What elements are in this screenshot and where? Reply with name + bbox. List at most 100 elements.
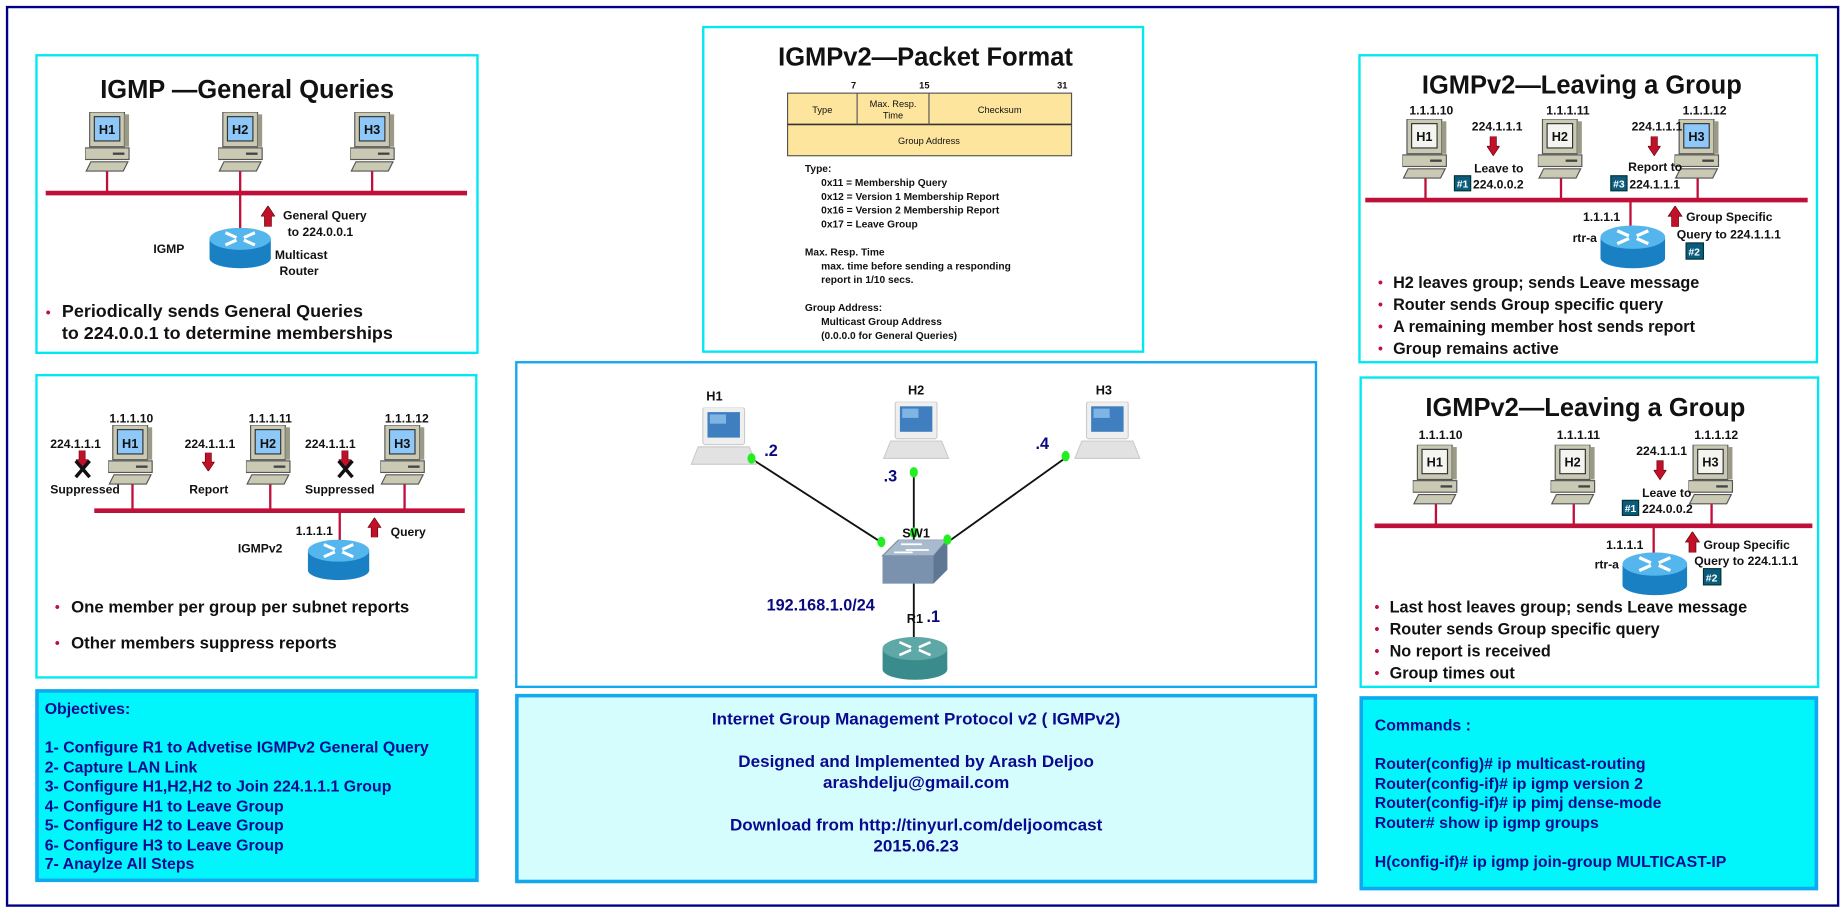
step-badge-label: #3 (1613, 179, 1625, 190)
panel-title: IGMPv2—Leaving a Group (1425, 394, 1745, 422)
bullet-text: Other members suppress reports (71, 633, 337, 652)
h1-computer-icon[interactable] (690, 407, 757, 465)
svg-text:•: • (1378, 296, 1383, 312)
max-resp-heading: Max. Resp. Time (805, 247, 885, 258)
h3-address: .4 (1036, 435, 1050, 453)
query-label: Query to 224.1.1.1 (1677, 227, 1781, 241)
max-resp-desc: max. time before sending a responding (821, 261, 1011, 272)
host-computer-icon (85, 112, 130, 172)
link-status-dot (747, 453, 756, 464)
type-value: 0x12 = Version 1 Membership Report (821, 192, 1000, 203)
group-label: 224.1.1.1 (1636, 444, 1687, 458)
h1-address: .2 (764, 442, 778, 460)
bit-mark: 7 (851, 81, 856, 91)
field-checksum: Checksum (978, 105, 1022, 115)
command-line: Router(config-if)# ip igmp version 2 (1374, 774, 1643, 793)
svg-text:•: • (1378, 274, 1383, 290)
report-label: 224.1.1.1 (1629, 177, 1680, 191)
router-icon (1600, 225, 1666, 270)
switch-icon[interactable] (881, 539, 949, 585)
objectives-title: Objectives: (44, 699, 131, 718)
step-badge-label: #2 (1688, 248, 1700, 259)
max-resp-desc: report in 1/10 secs. (821, 275, 913, 286)
field-max-resp: Max. Resp. (870, 99, 917, 109)
project-info-box: Internet Group Management Protocol v2 ( … (515, 693, 1318, 884)
bullet-text: Group remains active (1393, 340, 1559, 358)
host-label: H3 (1688, 129, 1704, 144)
r1-router-icon[interactable] (882, 636, 948, 682)
bullet-text: No report is received (1390, 643, 1551, 661)
query-label: General Query (283, 209, 367, 223)
bullet-text: Last host leaves group; sends Leave mess… (1390, 599, 1748, 617)
host-ip: 1.1.1.11 (1557, 428, 1601, 442)
router-ip: 1.1.1.1 (1606, 538, 1643, 552)
report-label: Report to (1628, 160, 1682, 174)
command-line: Router(config)# ip multicast-routing (1374, 755, 1646, 773)
bit-mark: 15 (919, 81, 929, 91)
host-ip: 1.1.1.12 (1683, 103, 1727, 117)
link-status-dot (1061, 450, 1070, 462)
group-heading: Group Address: (805, 303, 882, 314)
leave-label: 224.0.0.2 (1642, 502, 1693, 516)
h2-computer-icon[interactable] (883, 401, 950, 460)
query-label: Query to 224.1.1.1 (1694, 554, 1798, 568)
host-label: H1 (1416, 129, 1432, 144)
host-label: H1 (122, 436, 138, 451)
host-computer-icon (350, 112, 395, 172)
general-queries-panel: IGMP —General Queries H1 H2 H3 General Q… (35, 54, 479, 355)
panel-title: IGMPv2—Leaving a Group (1422, 72, 1742, 100)
info-download[interactable]: Download from http://tinyurl.com/deljoom… (519, 815, 1314, 836)
objective-item: 2- Capture LAN Link (44, 757, 198, 776)
host-ip: 1.1.1.10 (1419, 428, 1463, 442)
host-label: H1 (99, 122, 115, 137)
router-label: Router (280, 264, 319, 278)
host-computer-icon (1537, 118, 1583, 179)
group-desc: (0.0.0.0 for General Queries) (821, 331, 957, 342)
bullet-text: to 224.0.0.1 to determine memberships (62, 323, 393, 343)
bullet-text: H2 leaves group; sends Leave message (1393, 274, 1699, 292)
svg-text:•: • (55, 634, 60, 650)
r1-address: .1 (927, 608, 941, 626)
host-label: H2 (1564, 455, 1580, 470)
field-group-address: Group Address (898, 136, 960, 146)
link-status-dot (943, 534, 952, 545)
type-heading: Type: (805, 164, 831, 175)
host-label: H3 (394, 436, 410, 451)
group-desc: Multicast Group Address (821, 317, 942, 328)
down-arrow-icon (201, 452, 215, 472)
host-label: H3 (364, 122, 380, 137)
action-label: Report (189, 482, 228, 496)
router-name: rtr-a (1573, 231, 1598, 245)
svg-text:•: • (46, 304, 51, 320)
host-computer-icon (108, 424, 153, 485)
panel-title: IGMP —General Queries (100, 76, 394, 104)
svg-text:•: • (1378, 318, 1383, 334)
svg-text:•: • (1375, 643, 1380, 659)
leaving-group-panel-1: IGMPv2—Leaving a Group 1.1.1.10 1.1.1.11… (1358, 54, 1819, 364)
bullet-text: Router sends Group specific query (1390, 621, 1660, 639)
up-arrow-icon (261, 205, 275, 227)
router-icon (307, 539, 370, 582)
info-title: Internet Group Management Protocol v2 ( … (711, 710, 1121, 730)
host-ip: 1.1.1.10 (1409, 103, 1453, 117)
host-ip: 1.1.1.10 (109, 412, 153, 426)
svg-text:•: • (55, 598, 60, 614)
protocol-label: IGMP (153, 242, 184, 256)
objective-item: 4- Configure H1 to Leave Group (44, 796, 284, 815)
host-label: H2 (1552, 129, 1568, 144)
host-computer-icon (1550, 444, 1596, 505)
query-label: Group Specific (1703, 538, 1790, 552)
objectives-box: Objectives: 1- Configure R1 to Advetise … (35, 689, 479, 883)
host-ip: 1.1.1.11 (249, 412, 292, 426)
group-label: 224.1.1.1 (305, 437, 356, 451)
host-computer-icon (1412, 444, 1458, 505)
report-suppression-panel: 1.1.1.10 1.1.1.11 1.1.1.12 H1 H2 H3 224.… (35, 373, 478, 679)
field-max-resp: Time (883, 111, 903, 121)
host-ip: 1.1.1.12 (385, 412, 429, 426)
h3-label: H3 (1096, 383, 1112, 398)
link-h3-sw1 (945, 455, 1069, 544)
h3-computer-icon[interactable] (1074, 401, 1141, 460)
info-author: Designed and Implemented by Arash Deljoo (738, 752, 1094, 772)
step-badge-label: #1 (1457, 179, 1469, 190)
info-email[interactable]: arashdelju@gmail.com (519, 773, 1314, 794)
